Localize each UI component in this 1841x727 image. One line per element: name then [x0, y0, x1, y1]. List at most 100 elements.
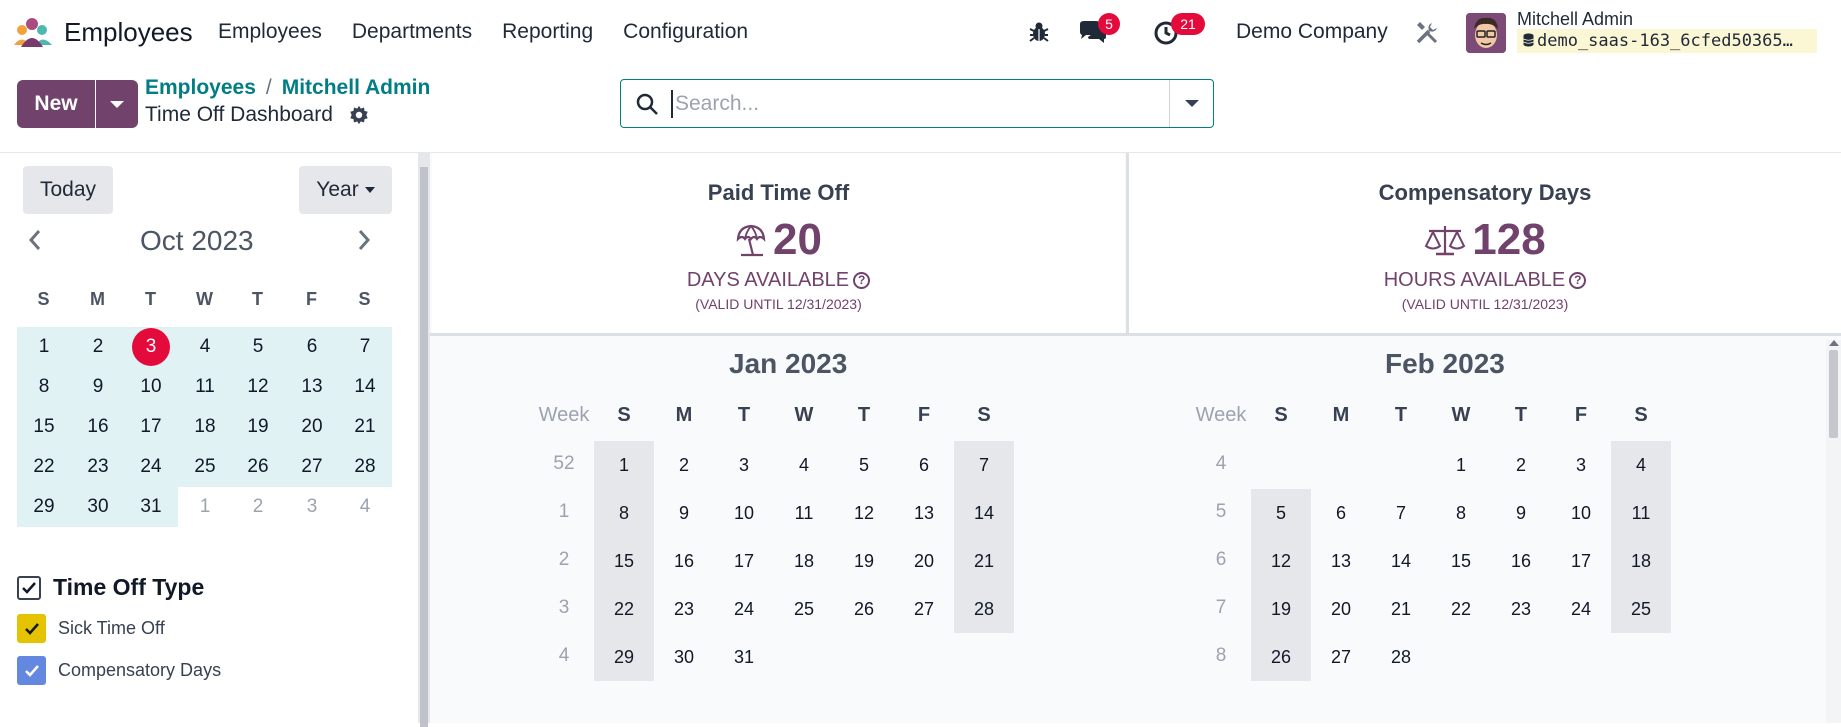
search-options-toggle[interactable] [1169, 80, 1213, 127]
calendar-day[interactable]: 17 [714, 537, 774, 585]
filter-compensatory-days[interactable]: Compensatory Days [17, 656, 221, 685]
mini-calendar-day[interactable]: 4 [338, 487, 392, 527]
calendar-day[interactable]: 9 [1491, 489, 1551, 537]
mini-calendar-day[interactable]: 3 [124, 327, 178, 367]
calendar-day[interactable]: 15 [1431, 537, 1491, 585]
search-input[interactable] [671, 90, 1071, 118]
mini-calendar-day[interactable]: 9 [71, 367, 125, 407]
mini-calendar-day[interactable]: 23 [71, 447, 125, 487]
mini-calendar-day[interactable]: 15 [17, 407, 71, 447]
today-marker[interactable]: 3 [132, 328, 170, 366]
mini-calendar-day[interactable]: 17 [124, 407, 178, 447]
calendar-day[interactable]: 24 [714, 585, 774, 633]
calendar-day[interactable]: 31 [714, 633, 774, 681]
calendar-day[interactable]: 30 [654, 633, 714, 681]
mini-calendar-day[interactable]: 20 [285, 407, 339, 447]
calendar-day[interactable]: 7 [1371, 489, 1431, 537]
app-name[interactable]: Employees [64, 17, 193, 48]
mini-calendar-day[interactable]: 10 [124, 367, 178, 407]
calendar-day[interactable]: 4 [774, 441, 834, 489]
calendar-day[interactable]: 15 [594, 537, 654, 585]
company-switcher[interactable]: Demo Company [1236, 20, 1388, 44]
new-dropdown-toggle[interactable] [96, 80, 138, 128]
question-icon[interactable]: ? [853, 272, 871, 289]
today-button[interactable]: Today [23, 166, 113, 214]
employees-app-icon[interactable] [12, 17, 54, 49]
calendar-day[interactable]: 23 [654, 585, 714, 633]
gear-icon[interactable] [348, 104, 370, 126]
main-scrollbar-thumb[interactable] [1829, 350, 1838, 438]
mini-calendar-day[interactable]: 27 [285, 447, 339, 487]
mini-calendar-day[interactable]: 29 [17, 487, 71, 527]
calendar-day[interactable]: 10 [1551, 489, 1611, 537]
calendar-day[interactable]: 26 [834, 585, 894, 633]
calendar-day[interactable]: 21 [1371, 585, 1431, 633]
mini-calendar-day[interactable]: 19 [231, 407, 285, 447]
calendar-day[interactable]: 27 [894, 585, 954, 633]
mini-calendar-day[interactable]: 12 [231, 367, 285, 407]
tools-icon[interactable] [1414, 20, 1440, 46]
mini-calendar-day[interactable]: 22 [17, 447, 71, 487]
scroll-up-arrow-icon[interactable] [1829, 340, 1839, 346]
mini-calendar-day[interactable]: 24 [124, 447, 178, 487]
calendar-day[interactable]: 22 [594, 585, 654, 633]
calendar-day[interactable]: 8 [1431, 489, 1491, 537]
calendar-day[interactable]: 6 [1311, 489, 1371, 537]
calendar-day[interactable]: 21 [954, 537, 1014, 585]
calendar-day[interactable]: 20 [1311, 585, 1371, 633]
calendar-day[interactable]: 19 [834, 537, 894, 585]
calendar-day[interactable]: 23 [1491, 585, 1551, 633]
calendar-day[interactable]: 12 [1251, 537, 1311, 585]
calendar-day[interactable]: 6 [894, 441, 954, 489]
calendar-day[interactable]: 4 [1611, 441, 1671, 489]
scale-dropdown[interactable]: Year [299, 166, 392, 214]
calendar-day[interactable]: 29 [594, 633, 654, 681]
calendar-day[interactable]: 5 [834, 441, 894, 489]
user-name[interactable]: Mitchell Admin [1517, 9, 1633, 30]
question-icon[interactable]: ? [1569, 272, 1587, 289]
mini-calendar-day[interactable]: 2 [71, 327, 125, 367]
sidebar-scrollbar-thumb[interactable] [420, 167, 428, 727]
menu-employees[interactable]: Employees [218, 20, 322, 44]
mini-calendar-day[interactable]: 6 [285, 327, 339, 367]
calendar-day[interactable]: 24 [1551, 585, 1611, 633]
mini-calendar-day[interactable]: 31 [124, 487, 178, 527]
calendar-day[interactable]: 18 [1611, 537, 1671, 585]
calendar-day[interactable]: 1 [594, 441, 654, 489]
chevron-right-icon[interactable] [355, 228, 373, 252]
calendar-day[interactable]: 17 [1551, 537, 1611, 585]
menu-reporting[interactable]: Reporting [502, 20, 593, 44]
calendar-day[interactable]: 10 [714, 489, 774, 537]
calendar-day[interactable]: 12 [834, 489, 894, 537]
calendar-day[interactable]: 11 [774, 489, 834, 537]
stat-card-compensatory-days[interactable]: Compensatory Days 128 HOURS AVAILABLE? (… [1129, 153, 1841, 333]
mini-calendar-day[interactable]: 13 [285, 367, 339, 407]
filter-checkbox[interactable] [17, 614, 46, 643]
calendar-day[interactable]: 5 [1251, 489, 1311, 537]
calendar-day[interactable]: 7 [954, 441, 1014, 489]
calendar-day[interactable]: 20 [894, 537, 954, 585]
calendar-day[interactable]: 18 [774, 537, 834, 585]
calendar-day[interactable]: 26 [1251, 633, 1311, 681]
mini-calendar-day[interactable]: 8 [17, 367, 71, 407]
calendar-day[interactable]: 28 [1371, 633, 1431, 681]
calendar-day[interactable]: 13 [1311, 537, 1371, 585]
user-avatar[interactable] [1466, 13, 1506, 53]
mini-calendar-day[interactable]: 2 [231, 487, 285, 527]
new-button[interactable]: New [17, 80, 95, 128]
stat-card-paid-time-off[interactable]: Paid Time Off 20 DAYS AVAILABLE? (VALID … [432, 153, 1125, 333]
calendar-day[interactable]: 3 [714, 441, 774, 489]
calendar-day[interactable]: 16 [1491, 537, 1551, 585]
calendar-day[interactable]: 28 [954, 585, 1014, 633]
mini-calendar-day[interactable]: 4 [178, 327, 232, 367]
breadcrumb-employees[interactable]: Employees [145, 76, 256, 99]
mini-calendar-day[interactable]: 30 [71, 487, 125, 527]
mini-calendar-day[interactable]: 18 [178, 407, 232, 447]
calendar-day[interactable]: 11 [1611, 489, 1671, 537]
filter-sick-time-off[interactable]: Sick Time Off [17, 614, 165, 643]
calendar-day[interactable]: 3 [1551, 441, 1611, 489]
calendar-day[interactable]: 25 [1611, 585, 1671, 633]
calendar-day[interactable]: 19 [1251, 585, 1311, 633]
mini-calendar-day[interactable]: 7 [338, 327, 392, 367]
mini-calendar-day[interactable]: 25 [178, 447, 232, 487]
